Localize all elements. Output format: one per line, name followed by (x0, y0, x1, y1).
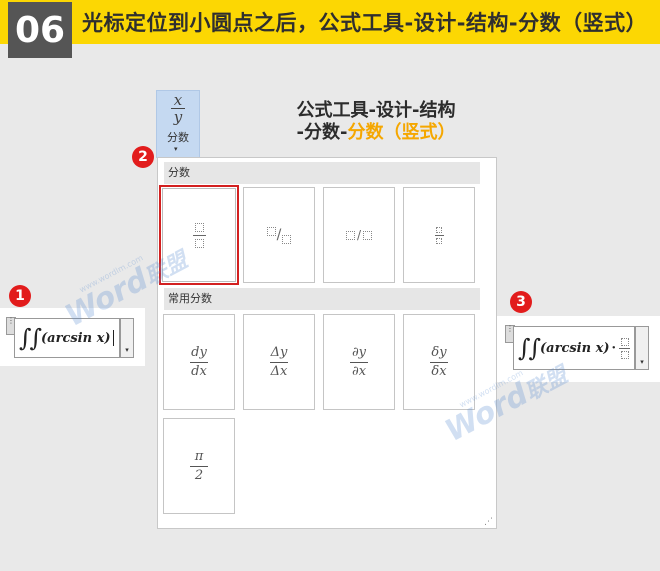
step-badge-2: 2 (132, 146, 154, 168)
numerator: δy (431, 344, 447, 360)
chevron-down-icon: ▾ (174, 145, 178, 153)
small-fraction-icon (434, 226, 444, 244)
numerator: π (194, 448, 204, 464)
step-badge-3: 3 (510, 291, 532, 313)
fraction-icon-numerator: x (173, 91, 183, 109)
callout-line-1: 公式工具-设计-结构 (296, 100, 456, 121)
equation-options-dropdown[interactable]: ▾ (635, 326, 649, 370)
fraction-button-label: 分数 (167, 131, 189, 144)
common-fraction-dy-dx[interactable]: dy dx (163, 314, 235, 410)
denominator: 2 (194, 467, 204, 483)
multiply-dot: · (611, 340, 617, 356)
linear-fraction-icon: / (345, 228, 373, 242)
fraction-pi-2: π2 (190, 449, 208, 484)
page-title: 光标定位到小圆点之后，公式工具-设计-结构-分数（竖式） (82, 11, 648, 35)
numerator: dy (191, 344, 207, 360)
equation-before[interactable]: ∫∫ (arcsin x) (14, 318, 120, 358)
common-fraction-delta[interactable]: Δy Δx (243, 314, 315, 410)
denominator: δx (431, 363, 447, 379)
slash-glyph: / (276, 227, 282, 243)
stacked-fraction-icon (192, 222, 206, 248)
denominator: Δx (270, 363, 288, 379)
small-fraction-tile[interactable] (403, 187, 475, 283)
common-fraction-pi-2[interactable]: π2 (163, 418, 235, 514)
section-header-fraction: 分数 (164, 162, 480, 184)
section-header-common: 常用分数 (164, 288, 480, 310)
callout-highlight: 分数（竖式） (347, 122, 456, 143)
inserted-fraction-placeholder (619, 337, 631, 359)
denominator: ∂x (351, 363, 367, 379)
double-integral: ∫∫ (518, 334, 541, 362)
skewed-fraction-tile[interactable]: / (243, 187, 315, 283)
common-fraction-partial[interactable]: ∂y ∂x (323, 314, 395, 410)
common-fraction-small-delta[interactable]: δy δx (403, 314, 475, 410)
equation-after[interactable]: ∫∫ (arcsin x) · (513, 326, 635, 370)
equation-expression: (arcsin x) (540, 340, 610, 356)
step-number: 06 (8, 2, 72, 58)
numerator: Δy (270, 344, 288, 360)
step-badge-1: 1 (9, 285, 31, 307)
slash-glyph: / (356, 228, 362, 242)
fraction-icon-denominator: y (173, 108, 183, 126)
callout-prefix: -分数- (296, 122, 348, 143)
denominator: dx (191, 363, 207, 379)
instruction-callout: 公式工具-设计-结构 -分数-分数（竖式） (276, 100, 476, 144)
fraction-partial: ∂y ∂x (350, 345, 368, 380)
fraction-delta: Δy Δx (270, 345, 288, 380)
equation-options-dropdown[interactable]: ▾ (120, 318, 134, 358)
fraction-small-delta: δy δx (430, 345, 448, 380)
callout-line-2: -分数-分数（竖式） (276, 122, 476, 144)
skewed-fraction-icon: / (266, 226, 292, 244)
numerator: ∂y (351, 344, 367, 360)
text-cursor (112, 330, 114, 346)
linear-fraction-tile[interactable]: / (323, 187, 395, 283)
fraction-icon: x y (157, 91, 199, 126)
fraction-dy-dx: dy dx (190, 345, 208, 380)
fraction-ribbon-button[interactable]: x y 分数 ▾ (156, 90, 200, 158)
resize-grip-icon[interactable]: ⋰ (484, 517, 493, 527)
fraction-gallery: 分数 / / 常用分数 dy dx Δy Δx ∂y ∂x δy δx π2 ⋰ (157, 157, 497, 529)
double-integral: ∫∫ (19, 324, 42, 352)
